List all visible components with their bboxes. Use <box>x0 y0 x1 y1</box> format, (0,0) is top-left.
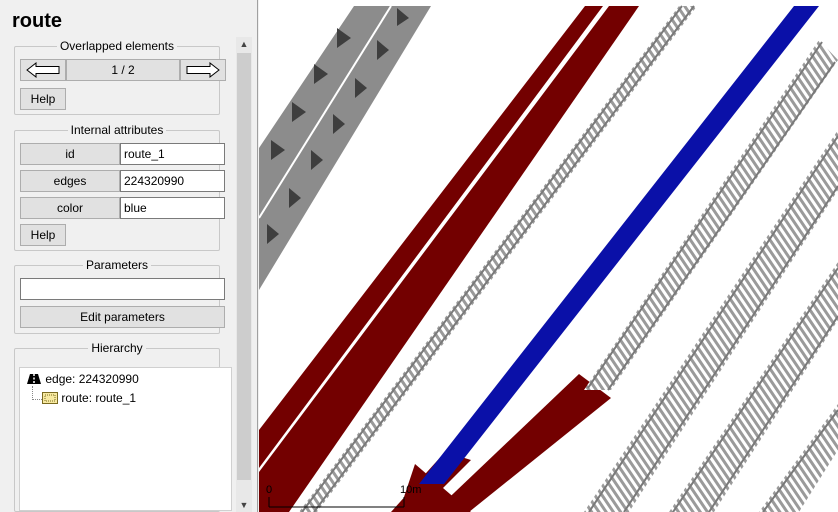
hierarchy-legend: Hierarchy <box>91 341 143 355</box>
road-lane-divider <box>259 5 392 219</box>
scroll-up-icon[interactable]: ▲ <box>236 37 252 51</box>
parameters-legend: Parameters <box>85 258 149 272</box>
parameters-input[interactable] <box>20 278 225 300</box>
hierarchy-tree: edge: 224320990 route: route_1 <box>19 367 232 511</box>
overlapped-help-button[interactable]: Help <box>20 88 66 110</box>
attribute-color-button[interactable]: color <box>20 197 120 219</box>
tree-item-edge-label: edge: 224320990 <box>45 372 139 386</box>
attribute-id-button[interactable]: id <box>20 143 120 165</box>
previous-element-button[interactable] <box>20 59 66 81</box>
hierarchy-group: Hierarchy edge: 224320990 route: route_1 <box>14 341 232 512</box>
overlapped-elements-group: Overlapped elements 1 / 2 Help <box>14 39 226 115</box>
panel-scroll-area: Overlapped elements 1 / 2 Help Internal … <box>8 37 233 512</box>
overlapped-elements-legend: Overlapped elements <box>59 39 175 53</box>
panel-vertical-scrollbar[interactable]: ▲ ▼ <box>236 37 252 512</box>
attributes-help-button[interactable]: Help <box>20 224 66 246</box>
tree-connector <box>32 386 34 400</box>
edit-parameters-button[interactable]: Edit parameters <box>20 306 225 328</box>
network-view-canvas[interactable]: 0 10m <box>259 0 838 512</box>
tree-item-edge[interactable]: edge: 224320990 <box>26 372 139 388</box>
internal-attributes-group: Internal attributes id route_1 edges 224… <box>14 123 225 251</box>
edge-icon <box>26 373 42 388</box>
attribute-panel: route Overlapped elements 1 / 2 Help Int… <box>0 0 258 512</box>
attribute-edges-input[interactable]: 224320990 <box>120 170 225 192</box>
arrow-left-icon <box>21 62 65 78</box>
tree-connector <box>32 399 42 401</box>
parameters-group: Parameters Edit parameters <box>14 258 225 334</box>
attribute-id-input[interactable]: route_1 <box>120 143 225 165</box>
route-icon <box>42 392 58 407</box>
overlap-counter-button[interactable]: 1 / 2 <box>66 59 180 81</box>
tree-item-route-label: route: route_1 <box>61 391 137 405</box>
tree-item-route[interactable]: route: route_1 <box>42 391 136 407</box>
internal-attributes-legend: Internal attributes <box>70 123 164 137</box>
attribute-color-input[interactable]: blue <box>120 197 225 219</box>
scrollbar-thumb[interactable] <box>237 53 251 480</box>
attribute-edges-button[interactable]: edges <box>20 170 120 192</box>
scale-start-label: 0 <box>266 484 273 496</box>
next-element-button[interactable] <box>180 59 226 81</box>
panel-title: route <box>12 10 62 32</box>
arrow-right-icon <box>181 62 225 78</box>
scroll-down-icon[interactable]: ▼ <box>236 498 252 512</box>
network-drawing <box>259 5 838 512</box>
scale-end-label: 10m <box>400 484 422 496</box>
